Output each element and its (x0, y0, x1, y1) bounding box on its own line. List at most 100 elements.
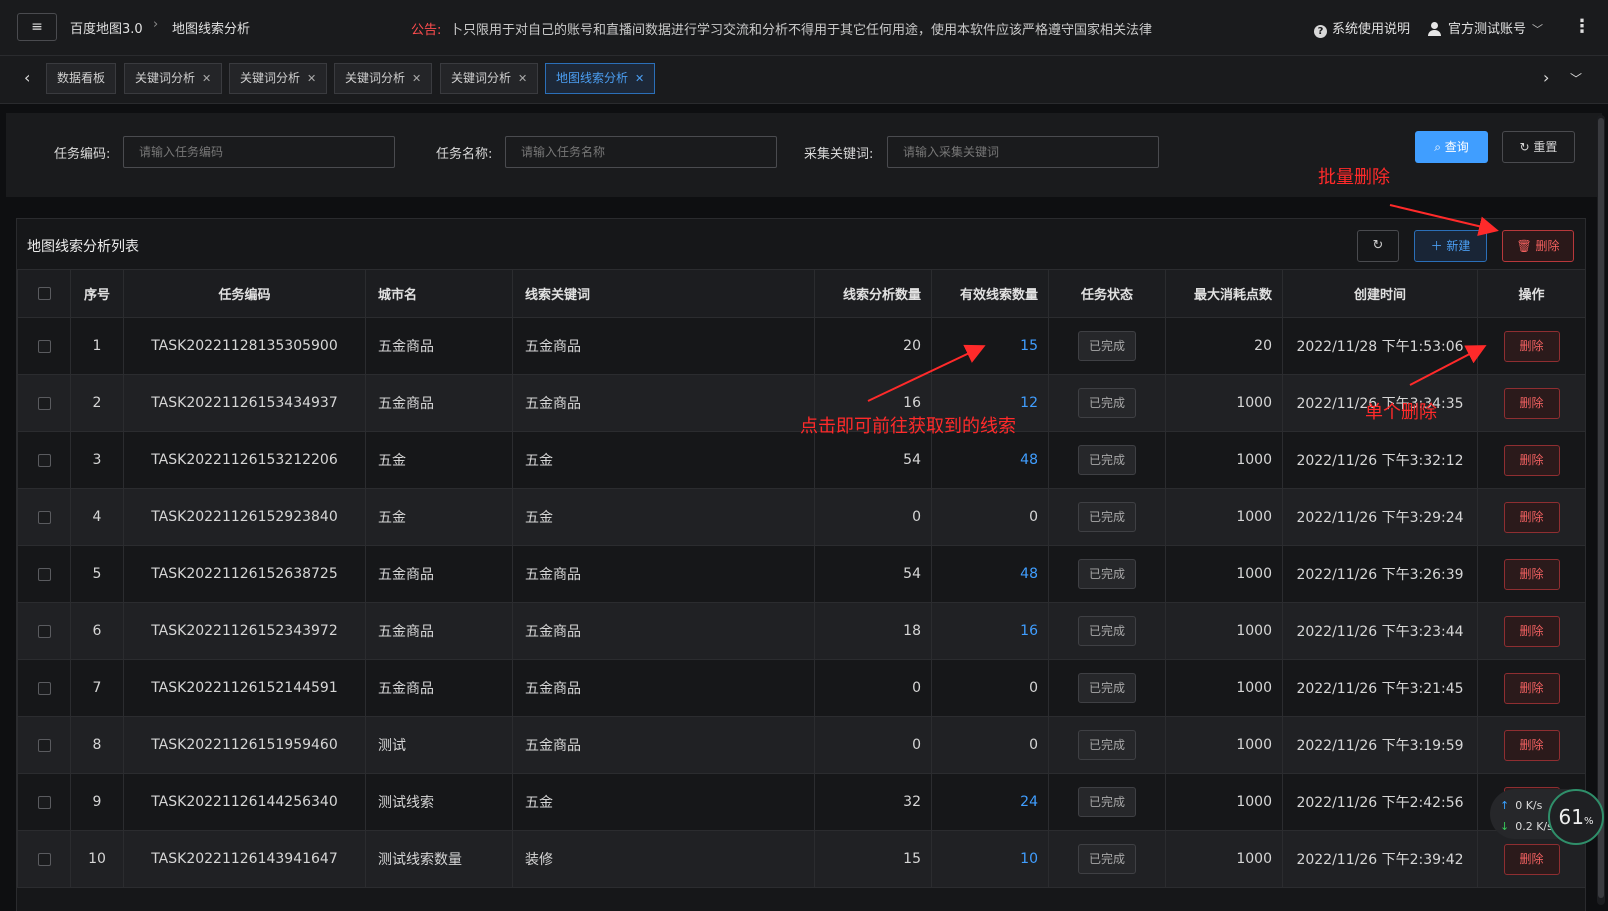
help-icon: ? (1314, 25, 1327, 38)
row-delete-button[interactable]: 删除 (1503, 387, 1560, 419)
row-checkbox[interactable] (37, 396, 51, 410)
valid-leads-link[interactable]: 16 (1020, 623, 1038, 639)
table-row: 9 TASK20221126144256340 测试线索 五金 32 24 已完成 1000 2… (17, 773, 1586, 831)
keyword-input[interactable]: 请输入采集关键词 (887, 136, 1159, 168)
row-checkbox[interactable] (37, 795, 51, 809)
row-checkbox[interactable] (37, 738, 51, 752)
new-button[interactable]: ＋ 新建 (1414, 230, 1487, 262)
close-icon[interactable]: ✕ (518, 72, 527, 85)
tab-keyword-analysis-1[interactable]: 关键词分析 ✕ (124, 63, 223, 94)
row-checkbox[interactable] (37, 681, 51, 695)
batch-delete-button[interactable]: 🗑 删除 (1502, 230, 1574, 262)
tabs-next-icon[interactable]: › (1543, 68, 1549, 87)
trash-icon: 🗑 (1516, 239, 1536, 253)
col-header-no: 序号 (70, 269, 124, 318)
status-badge: 已完成 (1078, 388, 1136, 418)
cell-analyzed: 54 (814, 431, 932, 489)
cell-city: 五金商品 (365, 545, 513, 603)
refresh-button[interactable]: ↻ (1357, 230, 1399, 262)
table-row: 7 TASK20221126152144591 五金商品 五金商品 0 0 已完成 1000 2… (17, 659, 1586, 717)
row-checkbox[interactable] (37, 453, 51, 467)
cell-status: 已完成 (1048, 659, 1166, 717)
table-row: 8 TASK20221126151959460 测试 五金商品 0 0 已完成 1000 202… (17, 716, 1586, 774)
task-code-label: 任务编码: (54, 147, 111, 162)
row-checkbox-cell (17, 602, 71, 660)
cell-no: 10 (70, 830, 124, 888)
row-delete-button[interactable]: 删除 (1503, 615, 1560, 647)
user-name: 官方测试账号 (1448, 22, 1527, 37)
close-icon[interactable]: ✕ (202, 72, 211, 85)
list-panel: 地图线索分析列表 ↻ ＋ 新建 🗑 删除 序号 任务编码 城市名 线索关键词 线… (16, 218, 1586, 911)
cell-keyword: 五金商品 (512, 602, 815, 660)
vertical-scrollbar-thumb[interactable] (1598, 118, 1604, 898)
cell-created: 2022/11/26 下午3:26:39 (1282, 545, 1478, 603)
tabs-dropdown-icon[interactable]: ﹀ (1570, 70, 1582, 87)
row-checkbox-cell (17, 545, 71, 603)
row-checkbox[interactable] (37, 510, 51, 524)
select-all-checkbox[interactable] (37, 287, 51, 300)
cell-task-code: TASK20221126152923840 (123, 488, 366, 546)
row-delete-button[interactable]: 删除 (1503, 501, 1560, 533)
tab-keyword-analysis-2[interactable]: 关键词分析 ✕ (229, 63, 328, 94)
cell-status: 已完成 (1048, 317, 1166, 375)
row-delete-button[interactable]: 删除 (1503, 672, 1560, 704)
cell-max-points: 1000 (1165, 374, 1283, 432)
valid-leads-link[interactable]: 12 (1020, 395, 1038, 411)
row-checkbox[interactable] (37, 852, 51, 866)
table-row: 10 TASK20221126143941647 测试线索数量 装修 15 10 已完成 10… (17, 830, 1586, 888)
valid-leads-link[interactable]: 15 (1020, 338, 1038, 354)
more-vertical-icon[interactable]: ⋮ (1573, 14, 1591, 40)
cell-keyword: 五金 (512, 431, 815, 489)
cell-city: 五金 (365, 431, 513, 489)
task-code-input[interactable]: 请输入任务编码 (123, 136, 395, 168)
tabs-prev-icon[interactable]: ‹ (24, 68, 30, 87)
close-icon[interactable]: ✕ (635, 72, 644, 85)
status-badge: 已完成 (1078, 502, 1136, 532)
arrow-down-icon: ↓ (1500, 820, 1510, 833)
col-header-max-points: 最大消耗点数 (1165, 269, 1283, 318)
cell-max-points: 20 (1165, 317, 1283, 375)
cell-analyzed: 32 (814, 773, 932, 831)
brand-link[interactable]: 百度地图3.0 (70, 18, 143, 37)
tab-keyword-analysis-4[interactable]: 关键词分析 ✕ (440, 63, 539, 94)
help-link[interactable]: ? 系统使用说明 (1314, 18, 1410, 38)
table-row: 3 TASK20221126153212206 五金 五金 54 48 已完成 1000 202… (17, 431, 1586, 489)
row-delete-button[interactable]: 删除 (1503, 330, 1560, 362)
usage-gauge[interactable]: 61% (1548, 789, 1604, 845)
menu-toggle-button[interactable]: ≡ (17, 13, 57, 41)
cell-valid: 48 (931, 431, 1049, 489)
tab-data-dashboard[interactable]: 数据看板 (46, 63, 117, 94)
row-checkbox[interactable] (37, 567, 51, 581)
cell-city: 五金 (365, 488, 513, 546)
cell-max-points: 1000 (1165, 716, 1283, 774)
task-name-input[interactable]: 请输入任务名称 (505, 136, 777, 168)
query-button[interactable]: ⌕ 查询 (1415, 131, 1488, 163)
reset-button[interactable]: ↻ 重置 (1502, 131, 1575, 163)
row-delete-button[interactable]: 删除 (1503, 558, 1560, 590)
download-value: 0.2 (1515, 820, 1533, 833)
row-delete-button[interactable]: 删除 (1503, 444, 1560, 476)
valid-leads-link[interactable]: 48 (1020, 452, 1038, 468)
status-badge: 已完成 (1078, 730, 1136, 760)
valid-leads-link[interactable]: 48 (1020, 566, 1038, 582)
row-checkbox[interactable] (37, 339, 51, 353)
user-menu[interactable]: 官方测试账号 ﹀ (1428, 18, 1543, 37)
cell-city: 五金商品 (365, 374, 513, 432)
keyword-label: 采集关键词: (804, 147, 874, 162)
annotation-single-delete: 单个删除 (1365, 402, 1437, 423)
tab-keyword-analysis-3[interactable]: 关键词分析 ✕ (334, 63, 433, 94)
cell-keyword: 五金商品 (512, 716, 815, 774)
tab-map-lead-analysis[interactable]: 地图线索分析 ✕ (545, 63, 656, 94)
cell-status: 已完成 (1048, 716, 1166, 774)
cell-city: 五金商品 (365, 659, 513, 717)
valid-leads-link[interactable]: 10 (1020, 851, 1038, 867)
cell-keyword: 五金 (512, 488, 815, 546)
cell-created: 2022/11/26 下午3:23:44 (1282, 602, 1478, 660)
valid-leads-link[interactable]: 24 (1020, 794, 1038, 810)
row-checkbox-cell (17, 488, 71, 546)
row-delete-button[interactable]: 删除 (1503, 729, 1560, 761)
close-icon[interactable]: ✕ (412, 72, 421, 85)
row-delete-button[interactable]: 删除 (1503, 843, 1560, 875)
close-icon[interactable]: ✕ (307, 72, 316, 85)
row-checkbox[interactable] (37, 624, 51, 638)
